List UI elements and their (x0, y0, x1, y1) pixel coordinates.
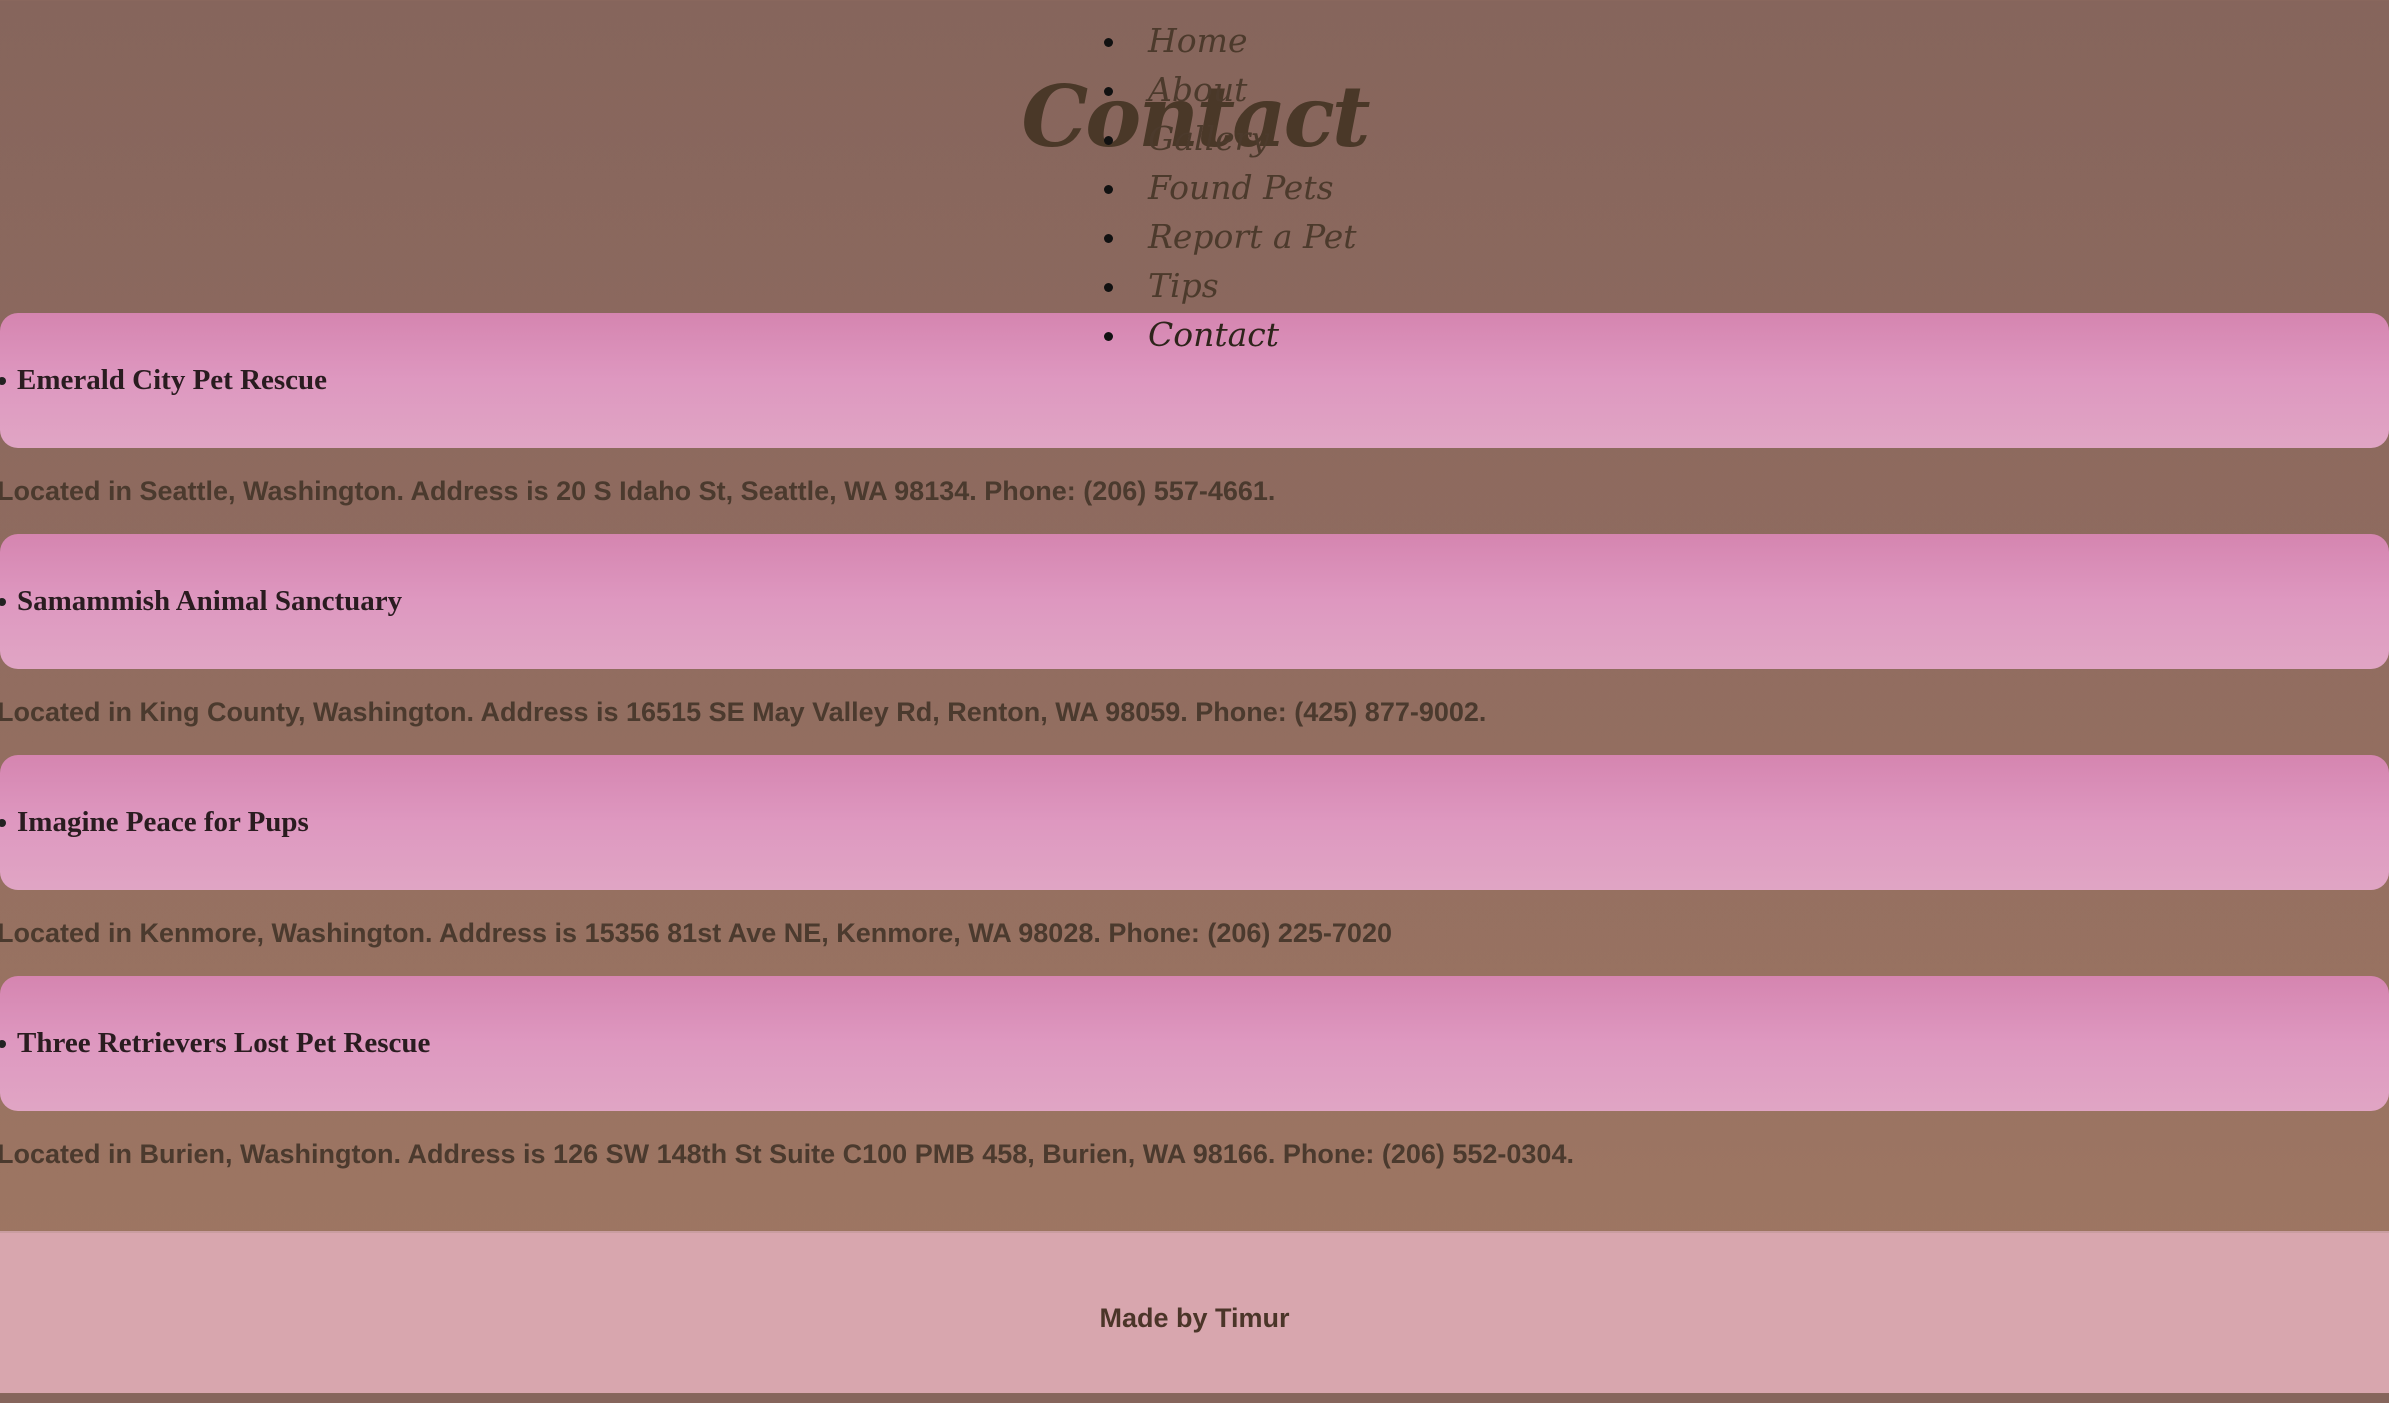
rescue-description: Located in Seattle, Washington. Address … (0, 448, 2389, 534)
rescue-card: Imagine Peace for Pups (0, 755, 2389, 890)
nav-item-found-pets[interactable]: Found Pets (1098, 163, 1357, 212)
main-nav: Home About Gallery Found Pets Report a P… (1098, 16, 1357, 359)
nav-item-gallery[interactable]: Gallery (1098, 114, 1357, 163)
rescue-card: Samammish Animal Sanctuary (0, 534, 2389, 669)
rescue-description-text: Located in Seattle, Washington. Address … (0, 476, 1276, 506)
nav-item-home[interactable]: Home (1098, 16, 1357, 65)
nav-item-about[interactable]: About (1098, 65, 1357, 114)
rescue-list: Emerald City Pet Rescue Located in Seatt… (0, 313, 2389, 1197)
nav-item-report-a-pet[interactable]: Report a Pet (1098, 212, 1357, 261)
rescue-description-text: Located in Burien, Washington. Address i… (0, 1139, 1574, 1169)
rescue-description-text: Located in Kenmore, Washington. Address … (0, 918, 1392, 948)
rescue-card: Three Retrievers Lost Pet Rescue (0, 976, 2389, 1111)
bullet-icon (0, 1040, 6, 1048)
rescue-name: Imagine Peace for Pups (17, 806, 309, 838)
rescue-name: Samammish Animal Sanctuary (17, 585, 403, 617)
rescue-description: Located in Kenmore, Washington. Address … (0, 890, 2389, 976)
bullet-icon (0, 377, 6, 385)
footer-credit: Made by Timur (1099, 1303, 1290, 1333)
rescue-name: Three Retrievers Lost Pet Rescue (17, 1027, 431, 1059)
rescue-description: Located in King County, Washington. Addr… (0, 669, 2389, 755)
footer: Made by Timur (0, 1231, 2389, 1393)
bullet-icon (0, 819, 6, 827)
rescue-description: Located in Burien, Washington. Address i… (0, 1111, 2389, 1197)
rescue-name: Emerald City Pet Rescue (17, 364, 328, 396)
bullet-icon (0, 598, 6, 606)
nav-item-tips[interactable]: Tips (1098, 261, 1357, 310)
rescue-description-text: Located in King County, Washington. Addr… (0, 697, 1487, 727)
nav-item-contact[interactable]: Contact (1098, 310, 1357, 359)
